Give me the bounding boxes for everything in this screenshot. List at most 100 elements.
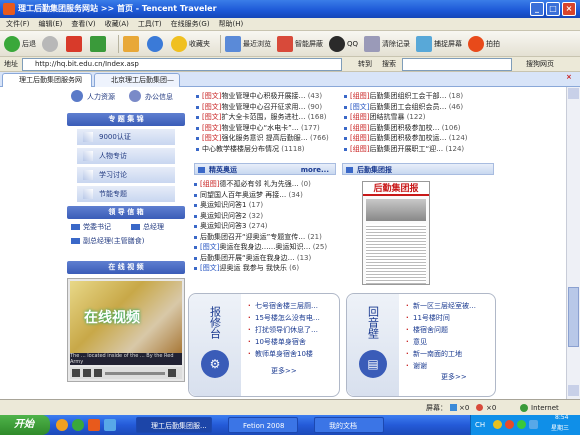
list-item[interactable]: [图文]迎奥运 我参与 我快乐 (6) <box>194 263 336 274</box>
video-player[interactable]: 在线视频 The ... located inside of the ... B… <box>67 278 185 382</box>
history-button[interactable] <box>147 33 165 55</box>
back-button[interactable]: 后退 <box>4 33 36 55</box>
volume-icon[interactable] <box>168 369 176 377</box>
maximize-button[interactable]: □ <box>546 2 560 16</box>
section-icon <box>346 167 353 173</box>
list-item[interactable]: 七号宿舍楼三层厕… <box>247 300 335 312</box>
capture-screen-button[interactable]: 捕捉屏幕 <box>416 33 462 55</box>
minimize-button[interactable]: _ <box>530 2 544 16</box>
task-my-documents[interactable]: 我的文档 <box>314 417 384 433</box>
special-energy[interactable]: 节能专题 <box>77 186 175 202</box>
menu-view[interactable]: 查看(V) <box>71 18 95 30</box>
tray-icon[interactable] <box>529 420 538 429</box>
tab-beijing-logistics[interactable]: 北京理工后勤集团—后 <box>94 73 180 97</box>
list-item[interactable]: 新一南面的工地 <box>405 348 491 360</box>
task-browser[interactable]: 理工后勤集团服... <box>136 417 212 433</box>
close-tab-icon[interactable]: × <box>566 73 572 81</box>
stop-button[interactable] <box>66 33 84 55</box>
seek-bar[interactable] <box>105 371 165 375</box>
menu-help[interactable]: 帮助(H) <box>219 18 244 30</box>
play-icon[interactable] <box>72 369 80 377</box>
start-button[interactable]: 开始 <box>0 415 50 435</box>
list-item[interactable]: 奥运知识问答3 (274) <box>194 221 336 232</box>
clear-history-button[interactable]: 清除记录 <box>364 33 410 55</box>
refresh-button[interactable] <box>90 33 108 55</box>
olympic-more-link[interactable]: more... <box>301 164 329 176</box>
list-item[interactable]: 奥运知识问答1 (17) <box>194 200 336 211</box>
favorites-button[interactable]: 收藏夹 <box>171 33 210 55</box>
list-item[interactable]: [组图]德不孤必有邻 礼为先强… (0) <box>194 179 336 190</box>
menu-edit[interactable]: 编辑(E) <box>39 18 63 30</box>
list-item[interactable]: 奥运知识问答2 (32) <box>194 211 336 222</box>
go-button[interactable]: 转到 <box>346 58 372 71</box>
url-text: http://hq.bit.edu.cn/Index.asp <box>35 60 139 68</box>
list-item[interactable]: 新一区三层经室被… <box>405 300 491 312</box>
repair-more-link[interactable]: 更多>> <box>271 366 297 376</box>
list-item[interactable]: [图文]后勤集团工会组织会员… (46) <box>344 102 492 113</box>
language-indicator[interactable]: CH <box>475 415 485 435</box>
special-interview[interactable]: 人物专访 <box>77 148 175 164</box>
recent-button[interactable]: 最近浏览 <box>225 33 271 55</box>
menu-tools[interactable]: 工具(T) <box>138 18 162 30</box>
list-item[interactable]: 意见 <box>405 336 491 348</box>
list-item[interactable]: [组图]后勤集团积极参加校… (106) <box>344 123 492 134</box>
scroll-down-icon[interactable] <box>568 385 579 396</box>
pause-icon[interactable] <box>83 369 91 377</box>
list-item[interactable]: [图文]奥运在我身边……奥运知识… (25) <box>194 242 336 253</box>
menu-online-service[interactable]: 在线服务(G) <box>171 18 210 30</box>
list-item[interactable]: 谢谢 <box>405 360 491 372</box>
list-item[interactable]: 后勤集团召开“迎奥运”专题宣传… (21) <box>194 232 336 243</box>
scroll-thumb[interactable] <box>568 287 579 347</box>
feedback-more-link[interactable]: 更多>> <box>441 372 467 382</box>
quicklaunch-icon[interactable] <box>104 419 116 431</box>
hr-link[interactable]: 人力资源 <box>87 92 115 102</box>
search-input[interactable] <box>402 58 512 71</box>
list-item[interactable]: 11号楼时间 <box>405 312 491 324</box>
list-item[interactable]: [组图]团结抗雪暴 (122) <box>344 112 492 123</box>
tray-icon[interactable] <box>493 420 502 429</box>
sogou-search-button[interactable]: 搜狗网页 <box>516 57 554 72</box>
menu-file[interactable]: 文件(F) <box>6 18 30 30</box>
office-link[interactable]: 办公信息 <box>145 92 173 102</box>
list-item[interactable]: [组图]后勤集团组织工会干部… (18) <box>344 91 492 102</box>
party-secretary-link[interactable]: 党委书记 <box>83 222 111 232</box>
vertical-scrollbar[interactable] <box>566 87 580 399</box>
home-button[interactable] <box>123 33 141 55</box>
paipai-button[interactable]: 拍拍 <box>468 33 500 55</box>
list-item[interactable]: 打扰领导们休息了… <box>247 324 335 336</box>
newspaper-thumbnail[interactable]: 后勤集团报 <box>362 181 430 285</box>
list-item[interactable]: 后勤集团开展“奥运在我身边… (13) <box>194 253 336 264</box>
special-9000[interactable]: 9000认证 <box>77 129 175 145</box>
list-item[interactable]: [组图]后勤集团积极参加校运… (124) <box>344 133 492 144</box>
list-item[interactable]: [图文]扩大全卡范围，服务进社… (168) <box>196 112 342 123</box>
task-fetion[interactable]: Fetion 2008 <box>228 417 298 433</box>
tray-icon[interactable] <box>517 420 526 429</box>
general-manager-link[interactable]: 总经理 <box>143 222 164 232</box>
list-item[interactable]: 楼宿舍问题 <box>405 324 491 336</box>
qq-button[interactable]: QQ <box>329 33 358 55</box>
list-item[interactable]: [图文]物业管理中心召开征求用… (90) <box>196 102 342 113</box>
tray-icon[interactable] <box>505 420 514 429</box>
menu-favorites[interactable]: 收藏(A) <box>105 18 129 30</box>
close-button[interactable]: × <box>562 2 576 16</box>
forward-button[interactable] <box>42 33 60 55</box>
list-item[interactable]: [组图]后勤集团开展职工“迎… (124) <box>344 144 492 155</box>
list-item[interactable]: 10号楼单身宿舍 <box>247 336 335 348</box>
smart-block-button[interactable]: 智能屏蔽 <box>277 33 323 55</box>
tab-lit-logistics[interactable]: 理工后勤集团服务网 <box>2 73 92 87</box>
quicklaunch-icon[interactable] <box>88 419 100 431</box>
list-item[interactable]: [图文]物业管理中心积极开展接… (43) <box>196 91 342 102</box>
list-item[interactable]: 教师单身宿舍10楼 <box>247 348 335 360</box>
scroll-up-icon[interactable] <box>568 88 579 99</box>
special-study[interactable]: 学习讨论 <box>77 167 175 183</box>
list-item[interactable]: 15号楼怎么没有电… <box>247 312 335 324</box>
list-item[interactable]: [图文]物业管理中心“水电卡”… (177) <box>196 123 342 134</box>
deputy-manager-link[interactable]: 副总经理(主管膳食) <box>83 236 144 246</box>
list-item[interactable]: [图文]强化服务意识 提高后勤服… (766) <box>196 133 342 144</box>
list-item[interactable]: 同望国人百年奥运梦 再接… (34) <box>194 190 336 201</box>
list-item[interactable]: 中心教学楼楼层分布情况 (1118) <box>196 144 342 155</box>
quicklaunch-icon[interactable] <box>72 419 84 431</box>
url-input[interactable]: http://hq.bit.edu.cn/Index.asp <box>22 58 342 71</box>
stop-icon[interactable] <box>94 369 102 377</box>
quicklaunch-icon[interactable] <box>56 419 68 431</box>
